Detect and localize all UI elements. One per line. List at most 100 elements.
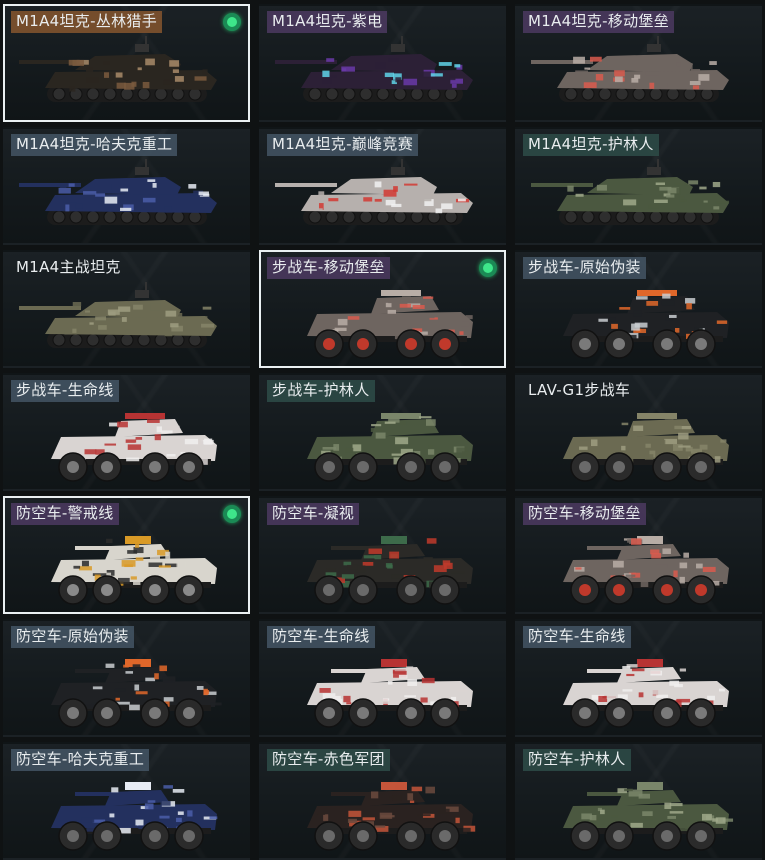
camo-patch: [664, 416, 674, 420]
road-wheel: [683, 210, 697, 224]
antenna: [145, 282, 147, 292]
skin-card[interactable]: 防空车-赤色军团: [259, 742, 506, 860]
aa-vehicle-model: [51, 659, 222, 728]
camo-patch: [630, 538, 642, 545]
skin-card[interactable]: 防空车-原始伪装: [3, 619, 250, 737]
road-wheel: [615, 210, 629, 224]
camo-patch: [370, 427, 383, 432]
camo-patch: [389, 551, 400, 559]
camo-patch: [158, 565, 171, 568]
tank-model: [19, 36, 217, 102]
camo-patch: [154, 434, 161, 441]
road-wheel: [120, 87, 134, 101]
wheel-hub: [579, 707, 591, 719]
camo-patch: [65, 204, 70, 212]
camo-patch: [387, 680, 393, 685]
wheel-hub: [183, 707, 195, 719]
wheel-hub: [357, 584, 369, 596]
camo-patch: [134, 684, 140, 691]
camo-patch: [712, 818, 718, 822]
skin-card[interactable]: 步战车-移动堡垒: [259, 250, 506, 368]
wheel-hub: [357, 830, 369, 842]
camo-patch: [163, 785, 173, 789]
camo-patch: [62, 202, 77, 205]
aa-vehicle-model: [307, 536, 473, 605]
wheel-hub: [67, 584, 79, 596]
camo-patch: [374, 181, 382, 188]
skin-card[interactable]: 步战车-护林人: [259, 373, 506, 491]
wheel-hub: [613, 707, 625, 719]
skin-card[interactable]: M1A4坦克-移动堡垒: [515, 4, 762, 122]
camo-patch: [425, 419, 436, 426]
skin-card[interactable]: 步战车-生命线: [3, 373, 250, 491]
camo-patch: [388, 795, 394, 799]
camo-patch: [146, 419, 160, 423]
tank-model: [275, 159, 473, 225]
skin-card[interactable]: 步战车-原始伪装: [515, 250, 762, 368]
road-wheel: [52, 87, 66, 101]
camo-patch: [406, 666, 414, 670]
camo-patch: [399, 420, 407, 426]
skin-card[interactable]: M1A4坦克-丛林猎手: [3, 4, 250, 122]
skin-card[interactable]: M1A4坦克-哈夫克重工: [3, 127, 250, 245]
skin-card[interactable]: M1A4坦克-护林人: [515, 127, 762, 245]
skin-grid: M1A4坦克-丛林猎手 M1A4坦克-紫电 M1A4坦克-移动堡垒 M1A4坦克-哈夫…: [0, 0, 765, 860]
wheel-hub: [67, 707, 79, 719]
camo-patch: [374, 825, 386, 828]
tank-model: [19, 282, 217, 348]
skin-card[interactable]: 防空车-警戒线: [3, 496, 250, 614]
skin-name-label: M1A4坦克-护林人: [523, 134, 659, 156]
camo-patch: [72, 59, 84, 66]
skin-card[interactable]: M1A4坦克-巅峰竞赛: [259, 127, 506, 245]
camo-patch: [159, 665, 168, 672]
skin-card[interactable]: 防空车-移动堡垒: [515, 496, 762, 614]
skin-card[interactable]: 防空车-生命线: [515, 619, 762, 737]
skin-card[interactable]: 防空车-生命线: [259, 619, 506, 737]
camo-patch: [722, 447, 727, 451]
camo-patch: [679, 562, 688, 569]
skin-card[interactable]: LAV-G1步战车: [515, 373, 762, 491]
road-wheel: [86, 210, 100, 224]
camo-patch: [170, 323, 179, 328]
wheel-hub: [661, 830, 673, 842]
road-wheel: [120, 210, 134, 224]
camo-patch: [692, 85, 700, 90]
camo-patch: [421, 677, 435, 684]
skin-card[interactable]: 防空车-哈夫克重工: [3, 742, 250, 860]
camo-patch: [633, 310, 642, 317]
road-wheel: [359, 87, 373, 101]
skin-card[interactable]: 防空车-凝视: [259, 496, 506, 614]
camo-patch: [654, 199, 668, 203]
ifv-model: [563, 413, 729, 482]
aa-vehicle-model: [563, 782, 734, 851]
road-wheel: [649, 210, 663, 224]
camo-patch: [121, 317, 127, 322]
wheel-hub: [323, 461, 335, 473]
skin-name-label: 防空车-警戒线: [11, 503, 119, 525]
camo-patch: [362, 561, 374, 566]
camo-patch: [712, 181, 721, 188]
skin-card[interactable]: 防空车-护林人: [515, 742, 762, 860]
camo-patch: [384, 72, 394, 78]
camo-patch: [642, 811, 653, 817]
skin-card[interactable]: M1A4主战坦克: [3, 250, 250, 368]
camo-patch: [716, 320, 728, 324]
skin-name-label: 防空车-生命线: [267, 626, 375, 648]
wheel-hub: [183, 461, 195, 473]
camo-patch: [89, 322, 94, 325]
camo-patch: [669, 680, 680, 686]
road-wheel: [69, 333, 83, 347]
skin-name-label: 步战车-生命线: [11, 380, 119, 402]
wheel-hub: [323, 338, 335, 350]
camo-patch: [154, 673, 159, 680]
camo-patch: [337, 318, 348, 326]
camo-patch: [323, 814, 329, 821]
camo-patch: [165, 551, 171, 559]
aa-vehicle-model: [307, 659, 473, 728]
camo-patch: [656, 694, 669, 698]
camo-patch: [177, 811, 184, 815]
road-wheel: [86, 87, 100, 101]
camo-patch: [95, 193, 106, 197]
skin-card[interactable]: M1A4坦克-紫电: [259, 4, 506, 122]
ifv-gun: [637, 290, 677, 296]
